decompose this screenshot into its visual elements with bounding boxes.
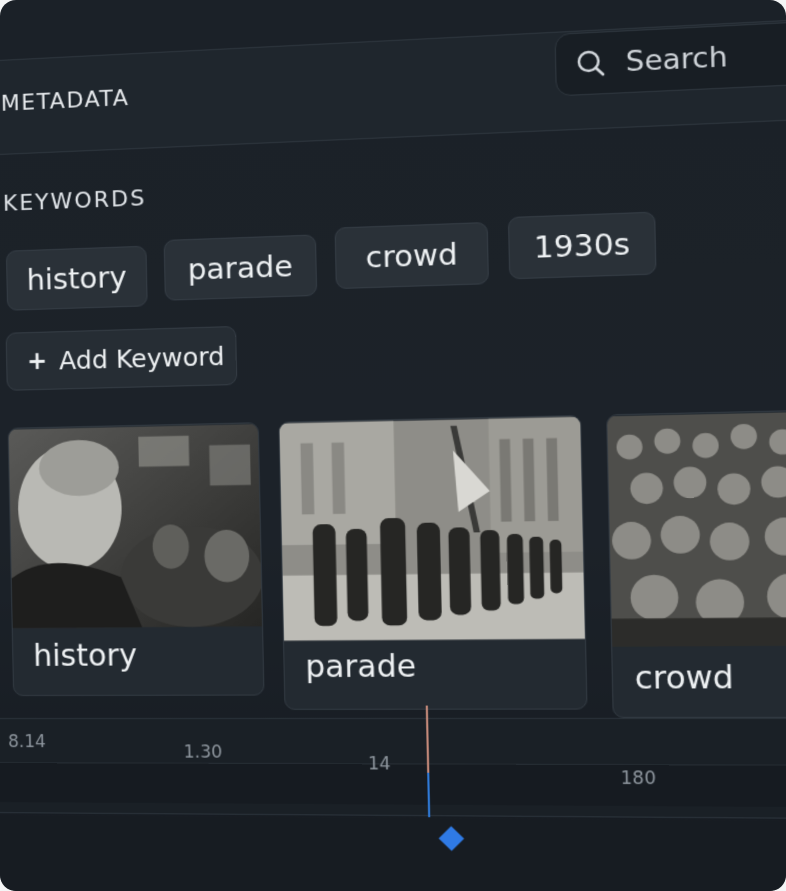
timeline-tick-label: 8.14 <box>8 732 46 752</box>
thumbnail-image <box>9 423 262 629</box>
timeline-footer <box>0 815 786 891</box>
add-keyword-label: Add Keyword <box>59 341 225 375</box>
thumbnail-image <box>607 410 786 648</box>
add-keyword-button[interactable]: + Add Keyword <box>6 326 238 391</box>
keywords-heading: KEYWORDS <box>3 186 147 217</box>
keyword-chip-parade[interactable]: parade <box>164 234 318 300</box>
viewport: METADATA Search KEYWORDS history parade … <box>0 0 786 891</box>
keyword-chip-1930s[interactable]: 1930s <box>508 212 657 280</box>
timeline-tick-label: 14 <box>368 754 391 775</box>
card-label: crowd <box>634 660 734 697</box>
keyword-chip-crowd[interactable]: crowd <box>335 222 489 289</box>
card-label: history <box>33 638 137 674</box>
timeline-tick-label: 1.30 <box>183 742 222 762</box>
search-placeholder: Search <box>625 40 728 77</box>
media-card-crowd[interactable]: crowd <box>606 409 786 718</box>
card-label: parade <box>305 649 416 685</box>
plus-icon: + <box>27 347 48 376</box>
thumbnail-image <box>279 416 585 641</box>
timeline-track[interactable] <box>0 762 786 808</box>
media-card-parade[interactable]: parade <box>278 415 587 710</box>
timeline-tick-label: 180 <box>620 768 656 789</box>
keyword-chip-history[interactable]: history <box>6 246 148 311</box>
search-icon <box>575 48 606 79</box>
app-window: METADATA Search KEYWORDS history parade … <box>0 0 786 891</box>
media-card-history[interactable]: history <box>8 422 265 696</box>
